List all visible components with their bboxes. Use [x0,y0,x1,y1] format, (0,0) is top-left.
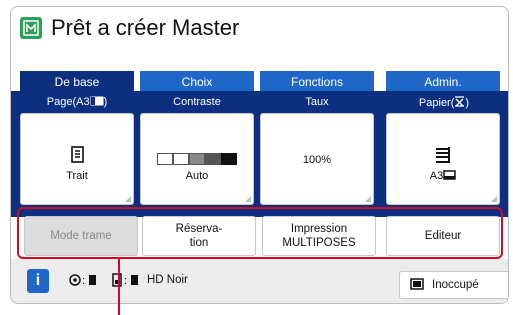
page-setting-button[interactable]: Trait [20,113,134,205]
page-orientation-icon [90,96,104,108]
svg-text::: : [124,275,127,287]
button-corner [491,196,497,202]
callout-pointer-line [118,258,120,315]
button-corner [365,196,371,202]
rate-setting-button[interactable]: 100% [260,113,374,205]
idle-status-text: Inoccupé [432,279,479,291]
printer-status-icon [410,277,424,293]
title-row: Prêt a créer Master [20,15,239,41]
master-icon [20,17,42,39]
drum-status-icon: : [69,273,101,290]
editor-button[interactable]: Editeur [386,216,500,256]
ink-color-text: HD Noir [147,274,188,286]
rate-value: 100% [302,154,332,166]
info-button[interactable]: i [27,269,49,293]
document-icon [70,146,86,169]
printer-panel: Prêt a créer Master De base Choix Foncti… [10,6,509,304]
contrast-setting-button[interactable]: Auto [140,113,254,205]
multi-up-print-button[interactable]: Impression MULTIPOSES [262,216,376,256]
contrast-scale [157,152,237,170]
paper-stack-icon [434,146,452,169]
contrast-label: Contraste [173,96,221,108]
ink-status-icon: : [111,273,143,290]
paper-label: Papier() [418,96,470,109]
paper-feed-icon [454,96,465,109]
screen-mode-button[interactable]: Mode trame [24,216,138,256]
paper-value: A3 [387,170,499,182]
idle-status-button[interactable]: Inoccupé [399,271,508,299]
page-label: Page(A3) [46,96,108,108]
landscape-paper-icon [443,170,456,182]
reservation-button[interactable]: Réserva-tion [142,216,256,256]
button-corner [245,196,251,202]
button-corner [125,196,131,202]
paper-setting-button[interactable]: A3 [386,113,500,205]
page-title: Prêt a créer Master [51,15,240,40]
svg-text::: : [82,275,85,287]
page-setting-value: Trait [66,170,88,182]
rate-label: Taux [305,96,329,108]
contrast-value: Auto [185,170,209,182]
